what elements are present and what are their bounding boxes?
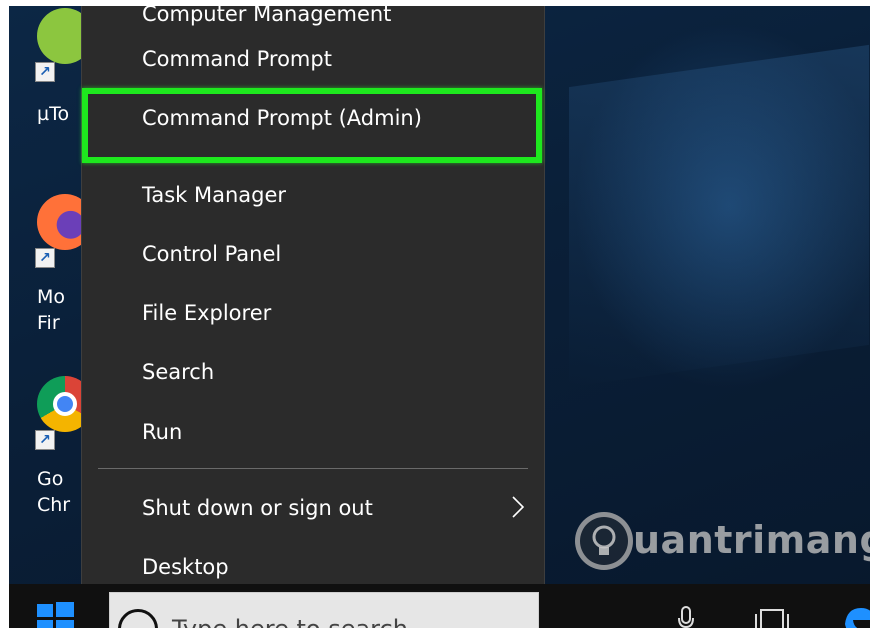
menu-item-label: Task Manager	[142, 183, 287, 207]
menu-item-search[interactable]: Search	[82, 346, 544, 398]
lightbulb-icon	[575, 512, 633, 570]
highlight-box	[82, 88, 542, 163]
chrome-label-line2: Chr	[37, 494, 71, 516]
task-view-icon[interactable]	[755, 608, 789, 628]
menu-item-label: Control Panel	[142, 242, 282, 266]
utorrent-label: µTo	[37, 103, 70, 125]
menu-item-label: Search	[142, 360, 215, 384]
watermark: uantrimang	[575, 506, 870, 576]
menu-item-label: Desktop	[142, 555, 229, 579]
menu-item-command-prompt[interactable]: Command Prompt	[82, 33, 544, 85]
wallpaper-light	[569, 44, 869, 388]
edge-browser-icon[interactable]	[841, 606, 870, 628]
taskbar-search-box[interactable]: Type here to search	[109, 592, 539, 628]
microphone-icon[interactable]	[677, 606, 695, 628]
taskbar: Type here to search	[9, 584, 870, 628]
menu-item-label: Command Prompt	[142, 47, 332, 71]
firefox-label-line1: Mo	[37, 286, 66, 308]
menu-item-label: Computer Management	[142, 6, 392, 26]
firefox-label-line2: Fir	[37, 312, 60, 334]
search-placeholder: Type here to search	[172, 615, 408, 628]
menu-item-label: Shut down or sign out	[142, 496, 373, 520]
menu-item-run[interactable]: Run	[82, 406, 544, 458]
menu-item-label: File Explorer	[142, 301, 272, 325]
menu-item-computer-management[interactable]: Computer Management	[82, 6, 544, 28]
shortcut-arrow-icon: ↗	[35, 62, 55, 82]
menu-item-file-explorer[interactable]: File Explorer	[82, 287, 544, 339]
menu-item-control-panel[interactable]: Control Panel	[82, 228, 544, 280]
cortana-icon	[118, 609, 158, 628]
windows-start-icon[interactable]	[35, 602, 75, 628]
shortcut-arrow-icon: ↗	[35, 248, 55, 268]
menu-item-task-manager[interactable]: Task Manager	[82, 169, 544, 221]
menu-item-label: Run	[142, 420, 183, 444]
watermark-text: uantrimang	[633, 518, 870, 562]
menu-item-shut-down-or-sign-out[interactable]: Shut down or sign out	[82, 482, 544, 534]
shortcut-arrow-icon: ↗	[35, 430, 55, 450]
menu-separator	[98, 468, 528, 469]
chevron-right-icon	[512, 496, 524, 518]
chrome-label-line1: Go	[37, 468, 64, 490]
desktop: ↗ µTo ↗ Mo Fir ↗ Go Chr uantrimang Compu…	[9, 6, 870, 628]
